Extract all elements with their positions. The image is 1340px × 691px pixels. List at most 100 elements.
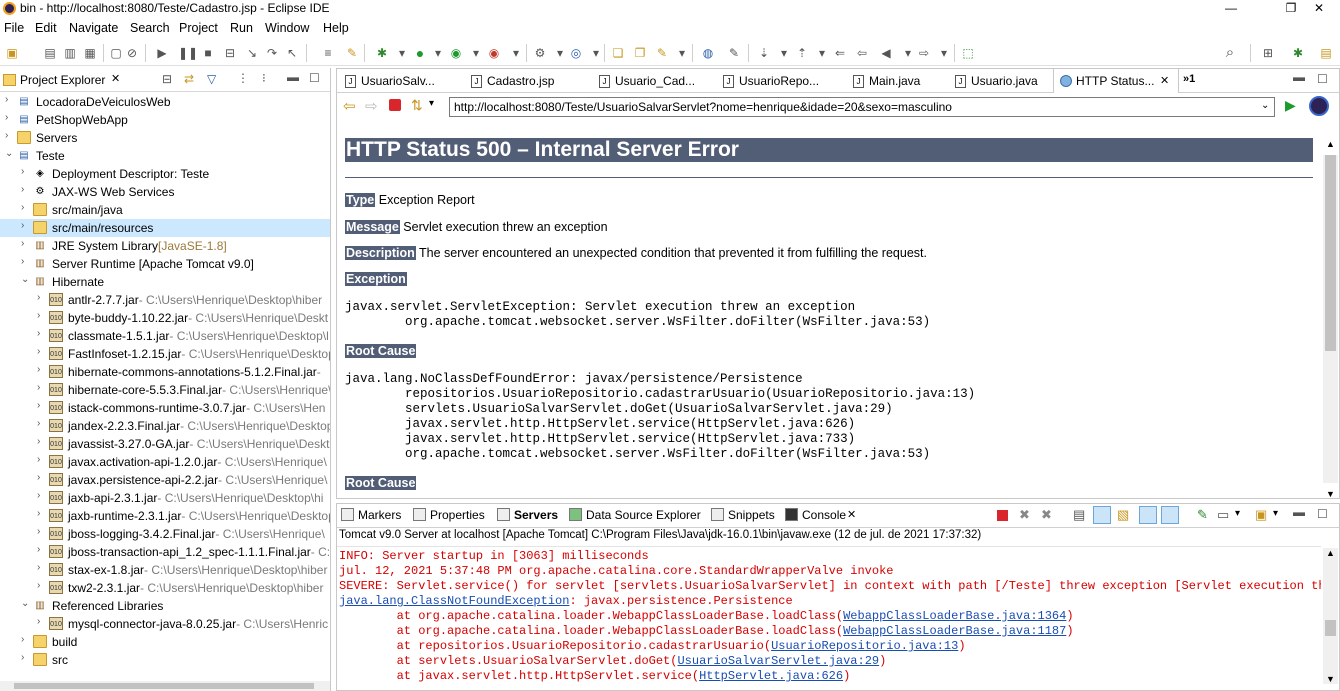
refresh-dropdown-icon[interactable]: ▾ [429,98,434,109]
menu-run[interactable]: Run [230,21,253,35]
remove-launch-icon[interactable]: ✖ [1019,507,1030,523]
chevron-right-icon[interactable]: › [37,526,47,537]
tab-console[interactable]: Console [785,508,846,522]
tree-item[interactable]: › ▥ Server Runtime [Apache Tomcat v9.0] [0,255,330,273]
tree-item[interactable]: › build [0,633,330,651]
tab-main-java[interactable]: J Main.java [847,69,949,93]
menu-search[interactable]: Search [130,21,170,35]
suspend-icon[interactable]: ❚❚ [178,45,198,61]
external-tools-dropdown-icon[interactable]: ▾ [508,45,524,61]
tree-item[interactable]: › ⚙ JAX-WS Web Services [0,183,330,201]
tree-item[interactable]: › 010 stax-ex-1.8.jar- C:\Users\Henrique\D… [0,561,330,579]
menu-window[interactable]: Window [265,21,309,35]
console-vertical-scrollbar[interactable]: ▲ ▼ [1323,548,1338,684]
tree-item[interactable]: › 010 jaxb-api-2.3.1.jar- C:\Users\Henriqu… [0,489,330,507]
chevron-right-icon[interactable]: › [37,472,47,483]
chevron-right-icon[interactable]: › [37,310,47,321]
maximize-panel-icon[interactable]: ☐ [1317,507,1328,521]
menu-navigate[interactable]: Navigate [69,21,118,35]
tree-item[interactable]: › 010 FastInfoset-1.2.15.jar- C:\Users\Hen… [0,345,330,363]
chevron-right-icon[interactable]: › [21,184,31,195]
scroll-lock-icon[interactable] [1093,506,1111,524]
open-console-icon[interactable]: ▣ [1255,507,1267,523]
view-menu-icon[interactable]: ⋮ [237,71,249,85]
coverage-dropdown-icon[interactable]: ▾ [468,45,484,61]
tree-item[interactable]: › ▤ PetShopWebApp [0,111,330,129]
open-perspective-icon[interactable]: ⊞ [1260,45,1276,61]
tab-cadastro-jsp[interactable]: J Cadastro.jsp [465,69,593,93]
last-edit-location-icon[interactable]: ⇐ [832,45,848,61]
chevron-right-icon[interactable]: › [37,364,47,375]
new-java-class-icon[interactable]: ◎ [568,45,584,61]
back-toolbar-icon[interactable]: ⇦ [854,45,870,61]
debug-icon[interactable]: ✱ [374,45,390,61]
chevron-right-icon[interactable]: › [37,436,47,447]
tree-item[interactable]: › 010 jandex-2.2.3.Final.jar- C:\Users\Hen… [0,417,330,435]
view-menu-dots-icon[interactable]: ⁝ [262,71,266,85]
scroll-down-icon[interactable]: ▼ [1326,489,1335,499]
explorer-horizontal-scrollbar[interactable] [0,681,330,691]
editor-vertical-scrollbar[interactable]: ▲ ▼ [1323,139,1338,499]
back-dropdown-icon[interactable]: ◀ [878,45,894,61]
tree-item[interactable]: › src/main/resources [0,219,330,237]
run-icon[interactable]: ● [412,45,428,61]
stack-trace-link[interactable]: UsuarioSalvarServlet.java:29 [677,654,879,668]
chevron-down-icon[interactable]: ⌄ [21,598,31,609]
menu-edit[interactable]: Edit [35,21,57,35]
resume-icon[interactable]: ▶ [154,45,170,61]
minimize-editor-icon[interactable]: ▬ [1293,70,1305,84]
chevron-right-icon[interactable]: › [37,328,47,339]
menu-project[interactable]: Project [179,21,218,35]
chevron-down-icon[interactable]: ⌄ [5,148,15,159]
chevron-right-icon[interactable]: › [21,238,31,249]
minimize-button[interactable]: — [1208,0,1254,18]
close-console-tab-icon[interactable]: ✕ [847,508,856,521]
chevron-right-icon[interactable]: › [37,562,47,573]
toggle-ant-icon[interactable]: ✎ [344,45,360,61]
tree-item[interactable]: › 010 hibernate-commons-annotations-5.1.2.… [0,363,330,381]
tab-properties[interactable]: Properties [413,508,485,522]
external-tools-icon[interactable]: ◉ [486,45,502,61]
new-server-icon[interactable]: ⚙ [532,45,548,61]
tree-item[interactable]: › 010 jboss-transaction-api_1.2_spec-1.1.1… [0,543,330,561]
chevron-right-icon[interactable]: › [37,544,47,555]
chevron-right-icon[interactable]: › [21,166,31,177]
console-scroll-down-icon[interactable]: ▼ [1326,674,1335,684]
step-return-icon[interactable]: ↖ [284,45,300,61]
tree-item[interactable]: ⌄ ▥ Referenced Libraries [0,597,330,615]
chevron-right-icon[interactable]: › [21,202,31,213]
tree-item[interactable]: › Servers [0,129,330,147]
display-console-dropdown-icon[interactable]: ▾ [1235,508,1240,519]
refresh-icon[interactable]: ⇅ [411,97,423,114]
tree-item[interactable]: › 010 jaxb-runtime-2.3.1.jar- C:\Users\Hen… [0,507,330,525]
remove-all-launches-icon[interactable]: ✖ [1041,507,1052,523]
chevron-right-icon[interactable]: › [37,418,47,429]
save-icon[interactable]: ▤ [42,45,58,61]
back-icon[interactable]: ⇦ [343,97,356,115]
java-ee-perspective-icon[interactable]: ✱ [1290,45,1306,61]
tree-item[interactable]: › 010 byte-buddy-1.10.22.jar- C:\Users\Hen… [0,309,330,327]
next-annotation-dropdown-icon[interactable]: ▾ [776,45,792,61]
chevron-right-icon[interactable]: › [5,112,15,123]
globe-icon[interactable]: ◍ [700,45,716,61]
new-icon[interactable]: ▣ [4,45,20,61]
step-into-icon[interactable]: ↘ [244,45,260,61]
tree-item[interactable]: ⌄ ▤ Teste [0,147,330,165]
print-icon[interactable]: ▦ [82,45,98,61]
terminate-console-icon[interactable] [997,510,1008,521]
previous-annotation-icon[interactable]: ⇡ [794,45,810,61]
filter-icon[interactable]: ▽ [207,72,216,86]
tree-item[interactable]: › 010 hibernate-core-5.5.3.Final.jar- C:\U… [0,381,330,399]
chevron-right-icon[interactable]: › [21,256,31,267]
forward-menu-icon[interactable]: ▾ [936,45,952,61]
tree-item[interactable]: › 010 classmate-1.5.1.jar- C:\Users\Henriq… [0,327,330,345]
tab-overflow-indicator[interactable]: »1 [1183,73,1195,85]
tree-item[interactable]: › 010 javax.persistence-api-2.2.jar- C:\Us… [0,471,330,489]
chevron-right-icon[interactable]: › [37,490,47,501]
open-task-icon[interactable]: ❐ [632,45,648,61]
chevron-right-icon[interactable]: › [37,400,47,411]
scroll-up-icon[interactable]: ▲ [1326,139,1335,149]
chevron-right-icon[interactable]: › [37,292,47,303]
tab-usuariosalvarservlet[interactable]: J UsuarioSalv... [339,69,465,93]
console-scroll-thumb[interactable] [1325,620,1336,636]
